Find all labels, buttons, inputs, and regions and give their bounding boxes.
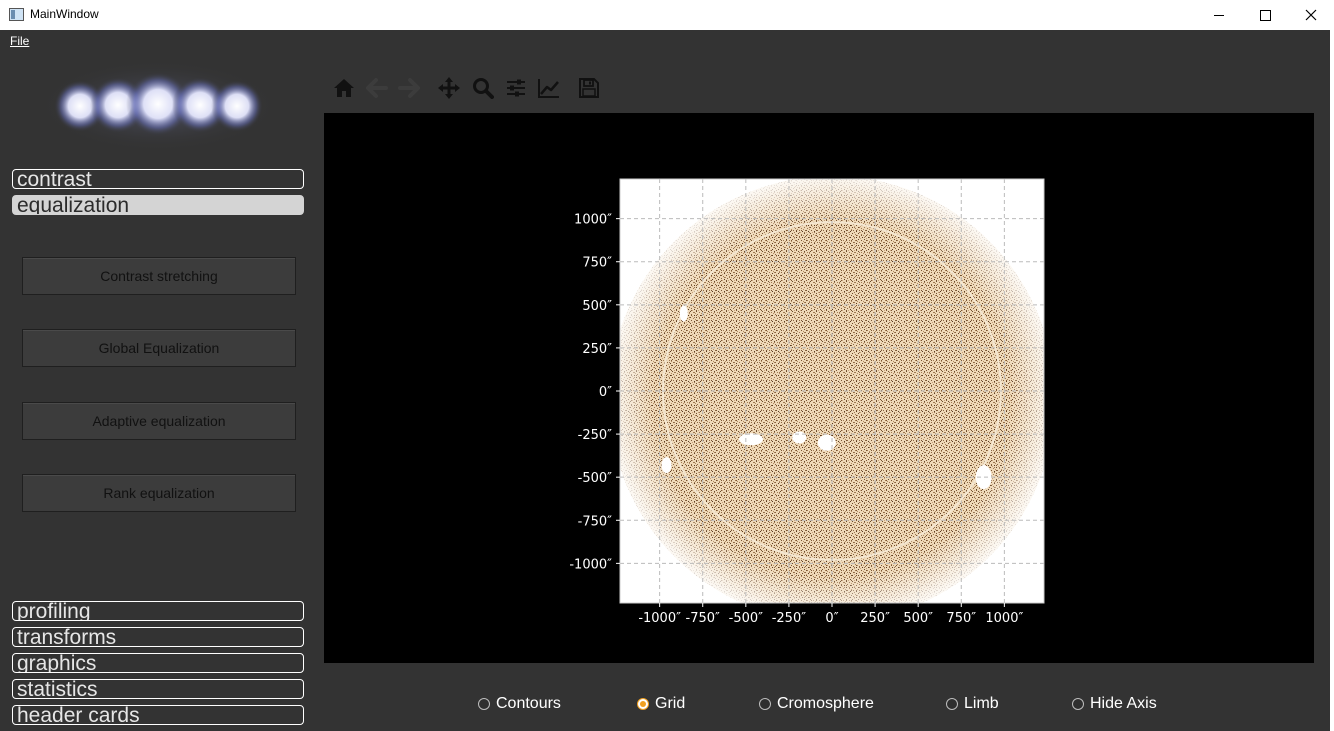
- edit-axis-button[interactable]: [535, 74, 563, 102]
- save-floppy-icon: [579, 78, 599, 98]
- x-tick-label: -500″: [729, 611, 764, 626]
- x-tick-label: 1000″: [985, 611, 1023, 626]
- grid-radio[interactable]: Grid: [637, 694, 685, 714]
- app-window-icon: [9, 8, 24, 21]
- menu-bar: File: [0, 30, 1334, 52]
- radio-indicator: [637, 698, 649, 710]
- edit-axis-icon: [538, 79, 559, 98]
- close-icon: [1305, 9, 1317, 21]
- contours-label: Contours: [496, 695, 561, 712]
- contours-radio[interactable]: Contours: [478, 694, 561, 714]
- radio-indicator: [1072, 698, 1084, 710]
- pan-move-icon: [438, 77, 460, 99]
- forward-arrow-icon: [398, 78, 420, 98]
- x-tick-label: 250″: [860, 611, 890, 626]
- window-title: MainWindow: [30, 7, 99, 21]
- y-tick-label: 750″: [582, 256, 612, 271]
- y-tick-label: 250″: [582, 342, 612, 357]
- y-tick-label: 1000″: [574, 213, 612, 228]
- adaptive-equalization-button[interactable]: Adaptive equalization: [22, 402, 296, 440]
- y-tick-label: -250″: [578, 428, 613, 443]
- x-tick-label: 0″: [825, 611, 838, 626]
- image-patch: [792, 431, 807, 444]
- maximize-button[interactable]: [1242, 0, 1288, 30]
- hide-axis-radio[interactable]: Hide Axis: [1072, 694, 1157, 714]
- title-bar: MainWindow: [0, 0, 1334, 30]
- minimize-icon: [1214, 14, 1224, 16]
- save-button[interactable]: [575, 74, 603, 102]
- hide-axis-label: Hide Axis: [1090, 695, 1157, 712]
- menu-file[interactable]: File: [10, 34, 29, 48]
- configure-subplots-button[interactable]: [502, 74, 530, 102]
- category-contrast[interactable]: contrast: [12, 169, 304, 189]
- forward-button[interactable]: [395, 74, 423, 102]
- x-tick-label: -750″: [686, 611, 721, 626]
- y-tick-label: 0″: [599, 385, 612, 400]
- window-edge: [1330, 30, 1334, 731]
- radio-indicator: [946, 698, 958, 710]
- category-equalization[interactable]: equalization: [12, 195, 304, 215]
- contrast-stretching-button[interactable]: Contrast stretching: [22, 257, 296, 295]
- cromosphere-label: Cromosphere: [777, 695, 874, 712]
- category-graphics[interactable]: graphics: [12, 653, 304, 673]
- home-icon: [334, 79, 354, 97]
- category-profiling[interactable]: profiling: [12, 601, 304, 621]
- x-tick-label: 500″: [903, 611, 933, 626]
- maximize-icon: [1259, 9, 1271, 21]
- zoom-magnifier-icon: [473, 78, 494, 99]
- back-button[interactable]: [363, 74, 391, 102]
- solar-image-plot[interactable]: -1000″ -750″ -500″ -250″ 0″ 250″ 500″ 750″ 1000″…: [324, 113, 1314, 663]
- image-patch: [679, 305, 688, 322]
- zoom-button[interactable]: [469, 74, 497, 102]
- pan-button[interactable]: [435, 74, 463, 102]
- y-tick-label: -1000″: [569, 557, 612, 572]
- limb-radio[interactable]: Limb: [946, 694, 999, 714]
- y-tick-label: -500″: [578, 471, 613, 486]
- x-tick-label: -1000″: [638, 611, 681, 626]
- close-button[interactable]: [1288, 0, 1334, 30]
- radio-indicator: [759, 698, 771, 710]
- plot-axes: -1000″ -750″ -500″ -250″ 0″ 250″ 500″ 750″ 1000″…: [569, 178, 1045, 626]
- image-patch: [738, 433, 763, 446]
- image-patch: [817, 434, 836, 451]
- radio-indicator: [478, 698, 490, 710]
- limb-label: Limb: [964, 695, 999, 712]
- category-header-cards[interactable]: header cards: [12, 705, 304, 725]
- global-equalization-button[interactable]: Global Equalization: [22, 329, 296, 367]
- category-transforms[interactable]: transforms: [12, 627, 304, 647]
- back-arrow-icon: [366, 78, 388, 98]
- category-statistics[interactable]: statistics: [12, 679, 304, 699]
- configure-subplots-icon: [507, 79, 525, 97]
- y-tick-label: 500″: [582, 299, 612, 314]
- sun-logo-image: [38, 60, 278, 152]
- grid-label: Grid: [655, 695, 686, 712]
- home-button[interactable]: [330, 74, 358, 102]
- y-tick-label: -750″: [578, 514, 613, 529]
- x-tick-label: -250″: [772, 611, 807, 626]
- plot-canvas[interactable]: -1000″ -750″ -500″ -250″ 0″ 250″ 500″ 750″ 1000″…: [324, 113, 1314, 663]
- minimize-button[interactable]: [1196, 0, 1242, 30]
- cromosphere-radio[interactable]: Cromosphere: [759, 694, 874, 714]
- rank-equalization-button[interactable]: Rank equalization: [22, 474, 296, 512]
- x-tick-label: 750″: [946, 611, 976, 626]
- image-patch: [661, 457, 672, 474]
